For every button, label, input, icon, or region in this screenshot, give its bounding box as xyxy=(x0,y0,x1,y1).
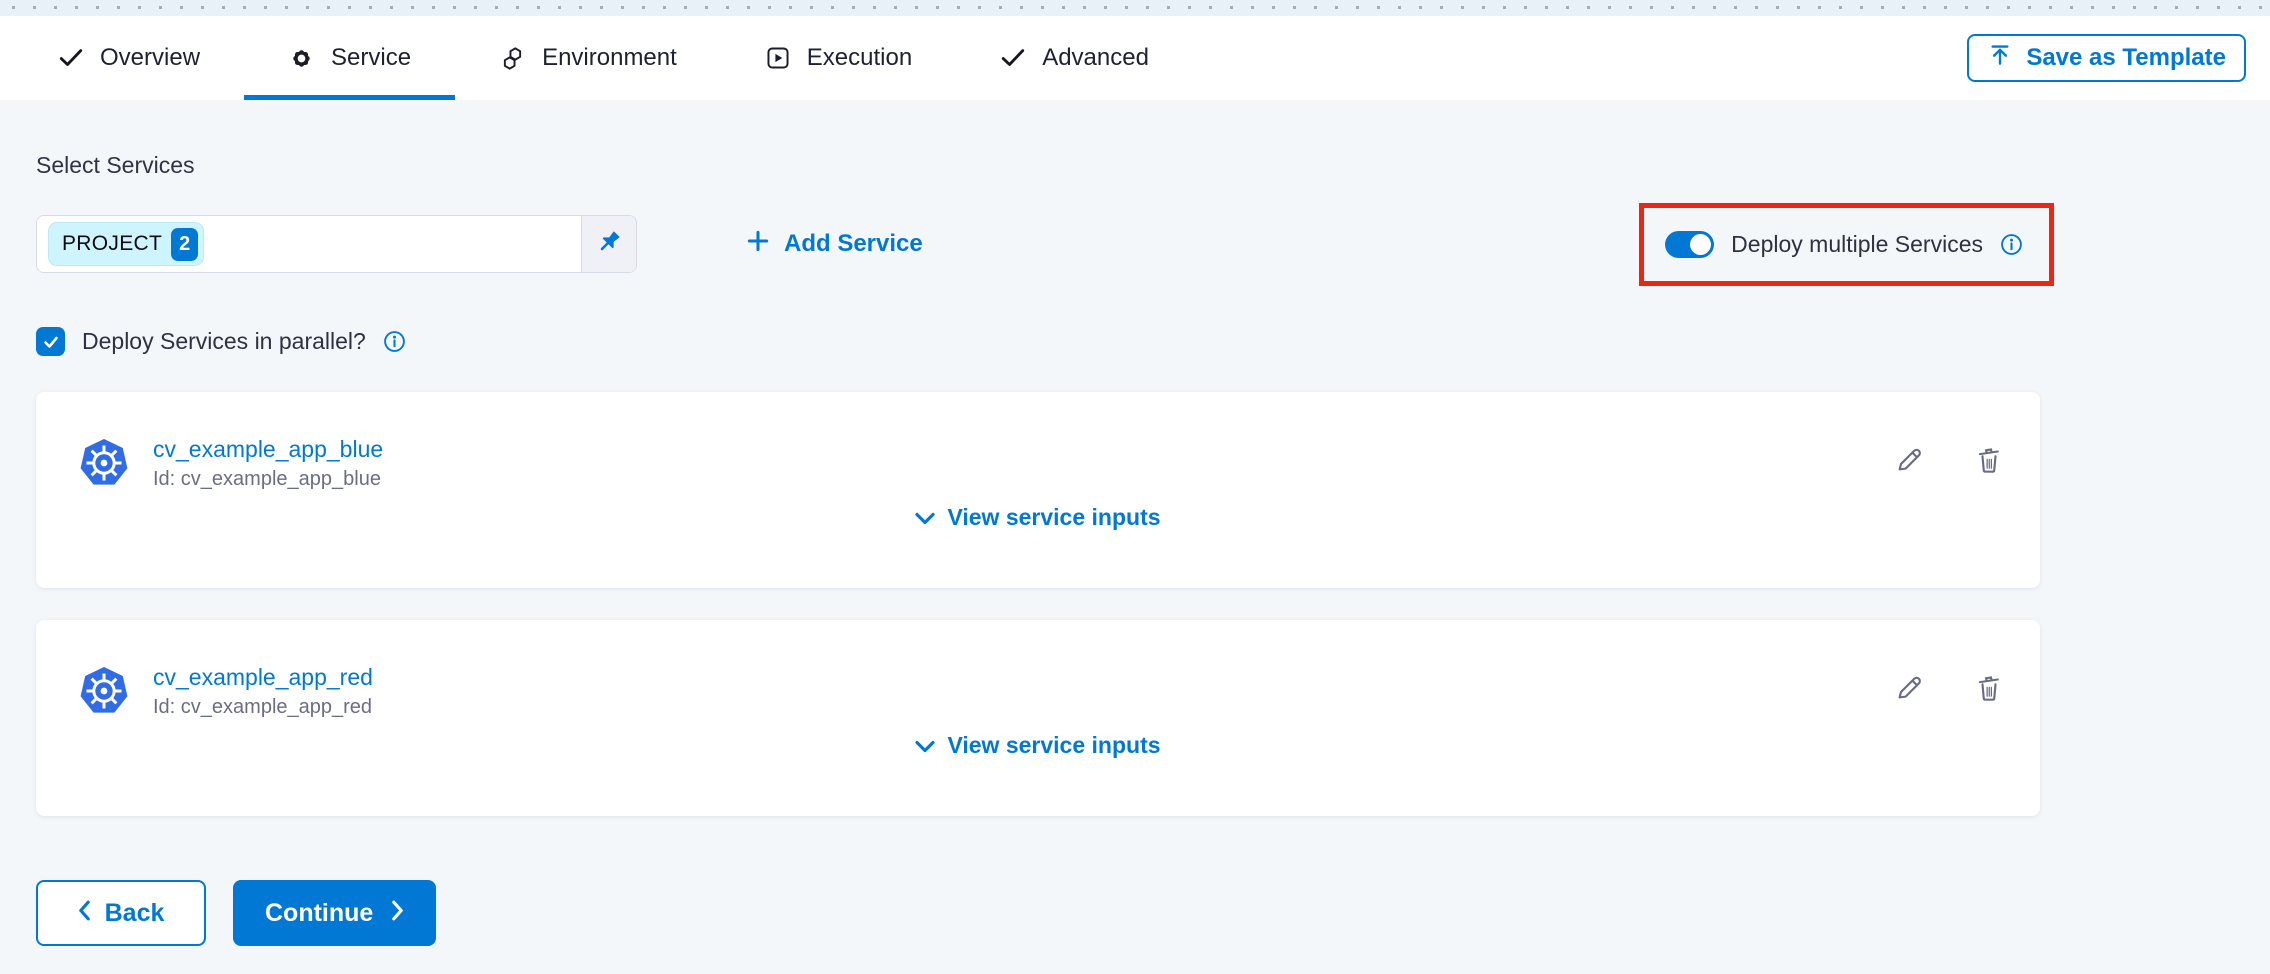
check-icon xyxy=(1000,45,1026,71)
service-id: Id: cv_example_app_blue xyxy=(153,468,383,491)
tab-label: Advanced xyxy=(1042,44,1149,72)
service-card-head: cv_example_app_red Id: cv_example_app_re… xyxy=(36,620,2040,719)
edit-icon[interactable] xyxy=(1894,444,1924,476)
pipeline-canvas-dots xyxy=(0,0,2270,16)
pin-button[interactable] xyxy=(581,216,636,272)
stage-tabs: Overview Service Enviro xyxy=(0,16,2270,100)
tab-label: Overview xyxy=(100,44,200,72)
tab-label: Execution xyxy=(807,44,912,72)
info-icon[interactable] xyxy=(383,330,406,353)
project-scope-chip[interactable]: PROJECT 2 xyxy=(48,222,204,266)
service-name-link[interactable]: cv_example_app_blue xyxy=(153,436,383,463)
service-text: cv_example_app_red Id: cv_example_app_re… xyxy=(153,664,373,719)
services-input[interactable]: PROJECT 2 xyxy=(37,216,581,272)
wizard-footer: Back Continue xyxy=(36,880,2234,946)
parallel-checkbox-label: Deploy Services in parallel? xyxy=(82,328,366,355)
info-icon[interactable] xyxy=(2000,233,2023,256)
tab-label: Environment xyxy=(542,44,677,72)
kubernetes-icon xyxy=(78,438,130,488)
check-icon xyxy=(58,45,84,71)
add-service-button[interactable]: Add Service xyxy=(745,228,923,261)
chevron-right-icon xyxy=(391,899,404,928)
service-card: cv_example_app_blue Id: cv_example_app_b… xyxy=(36,392,2040,588)
annotation-highlight-box: Deploy multiple Services xyxy=(1639,203,2054,286)
save-as-template-label: Save as Template xyxy=(2026,44,2226,72)
add-service-label: Add Service xyxy=(784,230,923,258)
project-chip-label: PROJECT xyxy=(62,232,162,256)
parallel-checkbox[interactable] xyxy=(36,327,65,356)
deploy-multiple-toggle[interactable] xyxy=(1665,231,1714,258)
service-card-actions xyxy=(1894,672,2004,704)
service-text: cv_example_app_blue Id: cv_example_app_b… xyxy=(153,436,383,491)
tab-overview[interactable]: Overview xyxy=(14,16,244,100)
view-service-inputs-link[interactable]: View service inputs xyxy=(36,732,2040,759)
edit-icon[interactable] xyxy=(1894,672,1924,704)
back-label: Back xyxy=(105,899,165,928)
service-card-actions xyxy=(1894,444,2004,476)
save-as-template-button[interactable]: Save as Template xyxy=(1967,34,2246,82)
kubernetes-icon xyxy=(78,666,130,716)
chevron-down-icon xyxy=(915,732,935,759)
upload-icon xyxy=(1987,42,2013,75)
continue-label: Continue xyxy=(265,899,373,928)
service-card-head: cv_example_app_blue Id: cv_example_app_b… xyxy=(36,392,2040,491)
tab-environment[interactable]: Environment xyxy=(455,16,721,100)
plus-icon xyxy=(745,228,771,261)
select-services-label: Select Services xyxy=(36,100,2234,179)
view-service-inputs-label: View service inputs xyxy=(947,732,1160,759)
deploy-parallel-row: Deploy Services in parallel? xyxy=(36,327,2234,356)
view-service-inputs-label: View service inputs xyxy=(947,504,1160,531)
execution-icon xyxy=(765,45,791,71)
chevron-down-icon xyxy=(915,504,935,531)
delete-icon[interactable] xyxy=(1974,672,2004,704)
back-button[interactable]: Back xyxy=(36,880,206,946)
chevron-left-icon xyxy=(78,899,91,928)
delete-icon[interactable] xyxy=(1974,444,2004,476)
gear-icon xyxy=(288,45,315,72)
service-id: Id: cv_example_app_red xyxy=(153,696,373,719)
view-service-inputs-link[interactable]: View service inputs xyxy=(36,504,2040,531)
tab-service[interactable]: Service xyxy=(244,16,455,100)
pin-icon xyxy=(595,228,623,261)
tab-execution[interactable]: Execution xyxy=(721,16,956,100)
project-count-badge: 2 xyxy=(171,228,198,261)
tab-label: Service xyxy=(331,44,411,72)
services-row: PROJECT 2 xyxy=(36,201,2040,287)
service-card: cv_example_app_red Id: cv_example_app_re… xyxy=(36,620,2040,816)
service-config-page: Overview Service Enviro xyxy=(0,0,2270,974)
deploy-multiple-label: Deploy multiple Services xyxy=(1731,231,1983,258)
continue-button[interactable]: Continue xyxy=(233,880,436,946)
services-multiselect[interactable]: PROJECT 2 xyxy=(36,215,637,273)
service-tab-content: Select Services PROJECT 2 xyxy=(0,100,2270,974)
environment-icon xyxy=(499,45,526,72)
tab-advanced[interactable]: Advanced xyxy=(956,16,1193,100)
service-name-link[interactable]: cv_example_app_red xyxy=(153,664,373,691)
toggle-knob xyxy=(1690,234,1711,255)
